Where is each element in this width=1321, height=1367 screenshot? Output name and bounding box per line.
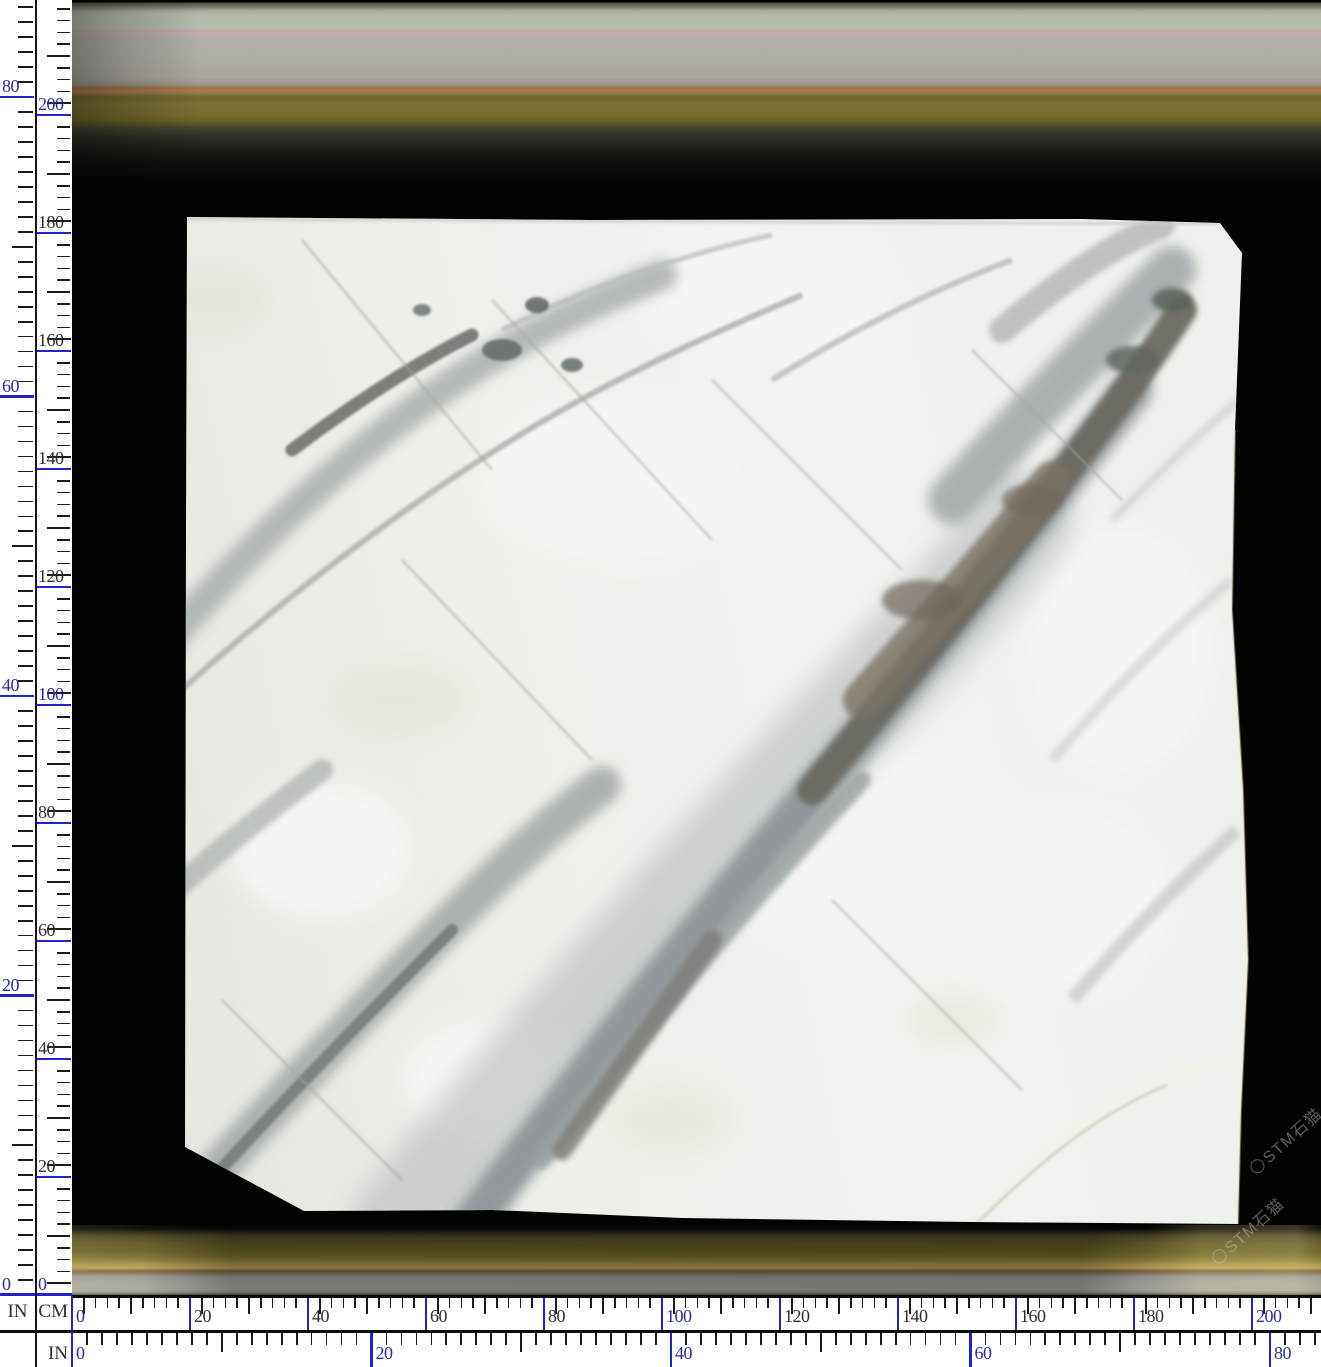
inches-row-unit-label: IN [35, 1345, 68, 1363]
scanner-bottom-band-shading [72, 1225, 1321, 1297]
scan-bottom-border-line [72, 1295, 1321, 1298]
horizontal-rulers-zero-line [71, 1296, 74, 1367]
left-rulers-separator-line [35, 0, 37, 1367]
stone-slab-scan-viewer: STM石猫 STM石猫 020406080 020406080100120140… [0, 0, 1321, 1367]
scan-image: STM石猫 STM石猫 [72, 0, 1321, 1297]
cm-unit-label: CM [35, 1303, 68, 1321]
inches-unit-label: IN [0, 1303, 35, 1321]
marble-slab-image [72, 0, 1321, 1297]
ruler-rows-separator-line [0, 1330, 1321, 1333]
